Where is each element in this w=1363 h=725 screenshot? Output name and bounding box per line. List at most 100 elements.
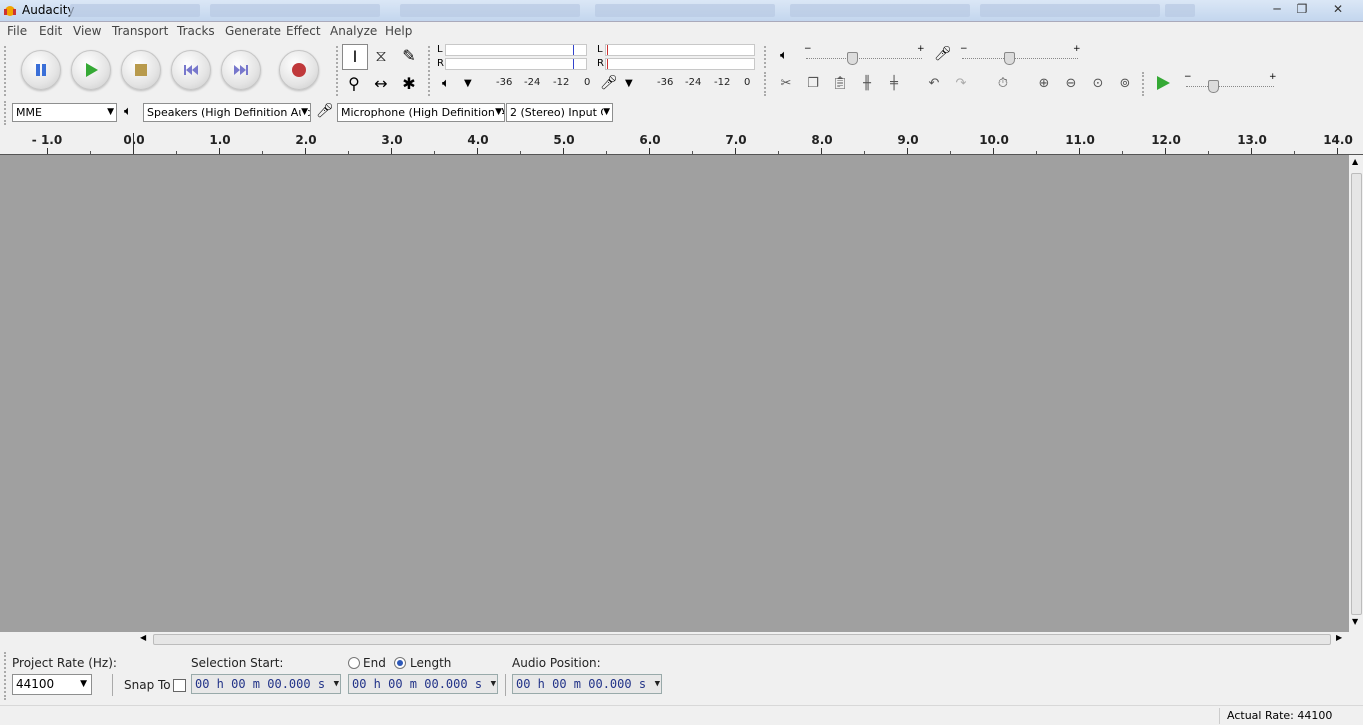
fit-selection-button[interactable]: ⊙: [1086, 72, 1110, 96]
pause-button[interactable]: [21, 50, 61, 90]
menu-help[interactable]: Help: [385, 24, 412, 38]
stop-button[interactable]: [121, 50, 161, 90]
ruler-minor-tick: [1036, 151, 1037, 154]
timeline-ruler[interactable]: - 1.0 0.0 1.0 2.0 3.0 4.0 5.0 6.0 7.0 8.…: [0, 127, 1363, 156]
paste-button[interactable]: 📋︎: [828, 72, 852, 96]
project-rate-select[interactable]: 44100 ▼: [12, 674, 92, 695]
maximize-button[interactable]: ❐: [1290, 1, 1314, 17]
output-volume-slider[interactable]: [806, 58, 922, 60]
playback-scale-24: -24: [524, 77, 541, 88]
menu-generate[interactable]: Generate: [225, 24, 281, 38]
redo-button[interactable]: ↷: [949, 72, 973, 96]
skip-to-end-button[interactable]: [221, 50, 261, 90]
undo-button[interactable]: ↶: [922, 72, 946, 96]
menu-view[interactable]: View: [73, 24, 101, 38]
minimize-button[interactable]: ─: [1265, 1, 1289, 17]
audio-position-time[interactable]: 00 h 00 m 00.000 s ▼: [512, 674, 662, 694]
ruler-minor-tick: [434, 151, 435, 154]
ruler-minor-tick: [176, 151, 177, 154]
playback-meter-left[interactable]: [445, 44, 587, 56]
playback-meter-menu-arrow-icon[interactable]: ▼: [464, 78, 472, 89]
ruler-label: 1.0: [209, 133, 231, 147]
close-button[interactable]: ✕: [1326, 1, 1350, 17]
vertical-scrollbar[interactable]: ▲ ▼: [1349, 155, 1363, 632]
playback-meter-right[interactable]: [445, 58, 587, 70]
scroll-up-icon[interactable]: ▲: [1352, 157, 1358, 166]
ruler-minor-tick: [1208, 151, 1209, 154]
recording-device-mic-icon: 🎤︎: [316, 103, 334, 119]
menu-file[interactable]: File: [7, 24, 27, 38]
draw-tool[interactable]: ✎: [397, 44, 421, 68]
length-radio[interactable]: [394, 657, 406, 669]
record-meter-left[interactable]: [605, 44, 755, 56]
scroll-left-icon[interactable]: ◀: [140, 633, 146, 642]
record-meter-right[interactable]: [605, 58, 755, 70]
fit-project-button[interactable]: ⊚: [1113, 72, 1137, 96]
horizontal-scrollbar[interactable]: ◀ ▶: [138, 632, 1349, 646]
multi-tool[interactable]: ✱: [397, 72, 421, 96]
track-panel[interactable]: [0, 155, 1349, 632]
selection-tool[interactable]: I: [342, 44, 368, 70]
playback-speed-thumb[interactable]: [1208, 80, 1219, 93]
ruler-minor-tick: [1294, 151, 1295, 154]
ruler-label: - 1.0: [31, 133, 63, 147]
play-button[interactable]: [71, 50, 111, 90]
selection-length-time[interactable]: 00 h 00 m 00.000 s ▼: [348, 674, 498, 694]
playback-scale-0: 0: [584, 77, 591, 88]
zoom-out-button[interactable]: ⊖: [1059, 72, 1083, 96]
ruler-major-tick: [47, 148, 48, 154]
speaker-icon[interactable]: 🔈︎: [442, 76, 450, 91]
record-button[interactable]: [279, 50, 319, 90]
selection-start-time[interactable]: 00 h 00 m 00.000 s ▼: [191, 674, 341, 694]
recording-device-select[interactable]: Microphone (High Definition Au ▼: [337, 103, 505, 122]
status-bar: Actual Rate: 44100: [0, 705, 1363, 725]
zoom-in-button[interactable]: ⊕: [1032, 72, 1056, 96]
snap-to-checkbox[interactable]: [173, 679, 186, 692]
undo-icon: ↶: [928, 76, 940, 91]
trim-button[interactable]: ╫: [855, 72, 879, 96]
output-volume-thumb[interactable]: [847, 52, 858, 65]
cut-button[interactable]: ✂: [774, 72, 798, 96]
end-radio[interactable]: [348, 657, 360, 669]
input-volume-slider[interactable]: [962, 58, 1078, 60]
silence-button[interactable]: ╪: [882, 72, 906, 96]
skip-start-icon: [184, 65, 198, 75]
menu-edit[interactable]: Edit: [39, 24, 62, 38]
scroll-right-icon[interactable]: ▶: [1336, 633, 1342, 642]
play-at-speed-button[interactable]: [1154, 74, 1172, 95]
vertical-scroll-thumb[interactable]: [1351, 173, 1362, 615]
menu-analyze[interactable]: Analyze: [330, 24, 377, 38]
input-volume-thumb[interactable]: [1004, 52, 1015, 65]
ruler-major-tick: [563, 148, 564, 154]
ruler-label: 11.0: [1065, 133, 1095, 147]
playhead-marker[interactable]: [133, 133, 134, 153]
audio-position-label: Audio Position:: [512, 656, 601, 670]
record-meter-left-label: L: [597, 44, 603, 55]
playback-scale-36: -36: [496, 77, 513, 88]
ruler-minor-tick: [1122, 151, 1123, 154]
input-volume-mic-icon: 🎤︎: [934, 46, 952, 62]
microphone-meter-icon[interactable]: 🎤︎: [600, 75, 618, 91]
recording-channels-select[interactable]: 2 (Stereo) Input C ▼: [506, 103, 613, 122]
playback-speed-slider[interactable]: [1186, 86, 1274, 88]
chevron-down-icon: ▼: [490, 679, 496, 689]
time-shift-tool[interactable]: ↔: [369, 72, 393, 96]
horizontal-scroll-thumb[interactable]: [153, 634, 1331, 645]
skip-to-start-button[interactable]: [171, 50, 211, 90]
ruler-major-tick: [219, 148, 220, 154]
menu-effect[interactable]: Effect: [286, 24, 321, 38]
menu-transport[interactable]: Transport: [112, 24, 168, 38]
audio-host-select[interactable]: MME ▼: [12, 103, 117, 122]
envelope-tool[interactable]: ⧖: [369, 44, 393, 68]
sync-lock-button[interactable]: ⏱︎: [991, 72, 1015, 96]
play-at-speed-toolbar: − +: [1142, 70, 1292, 98]
record-scale-12: -12: [714, 77, 731, 88]
record-meter-menu-arrow-icon[interactable]: ▼: [625, 78, 633, 89]
zoom-tool[interactable]: ⚲: [342, 72, 366, 96]
playback-device-select[interactable]: Speakers (High Definition Audi ▼: [143, 103, 311, 122]
menu-tracks[interactable]: Tracks: [177, 24, 215, 38]
length-label: Length: [410, 656, 452, 670]
stop-icon: [135, 64, 147, 76]
scroll-down-icon[interactable]: ▼: [1352, 617, 1358, 626]
copy-button[interactable]: ❐: [801, 72, 825, 96]
